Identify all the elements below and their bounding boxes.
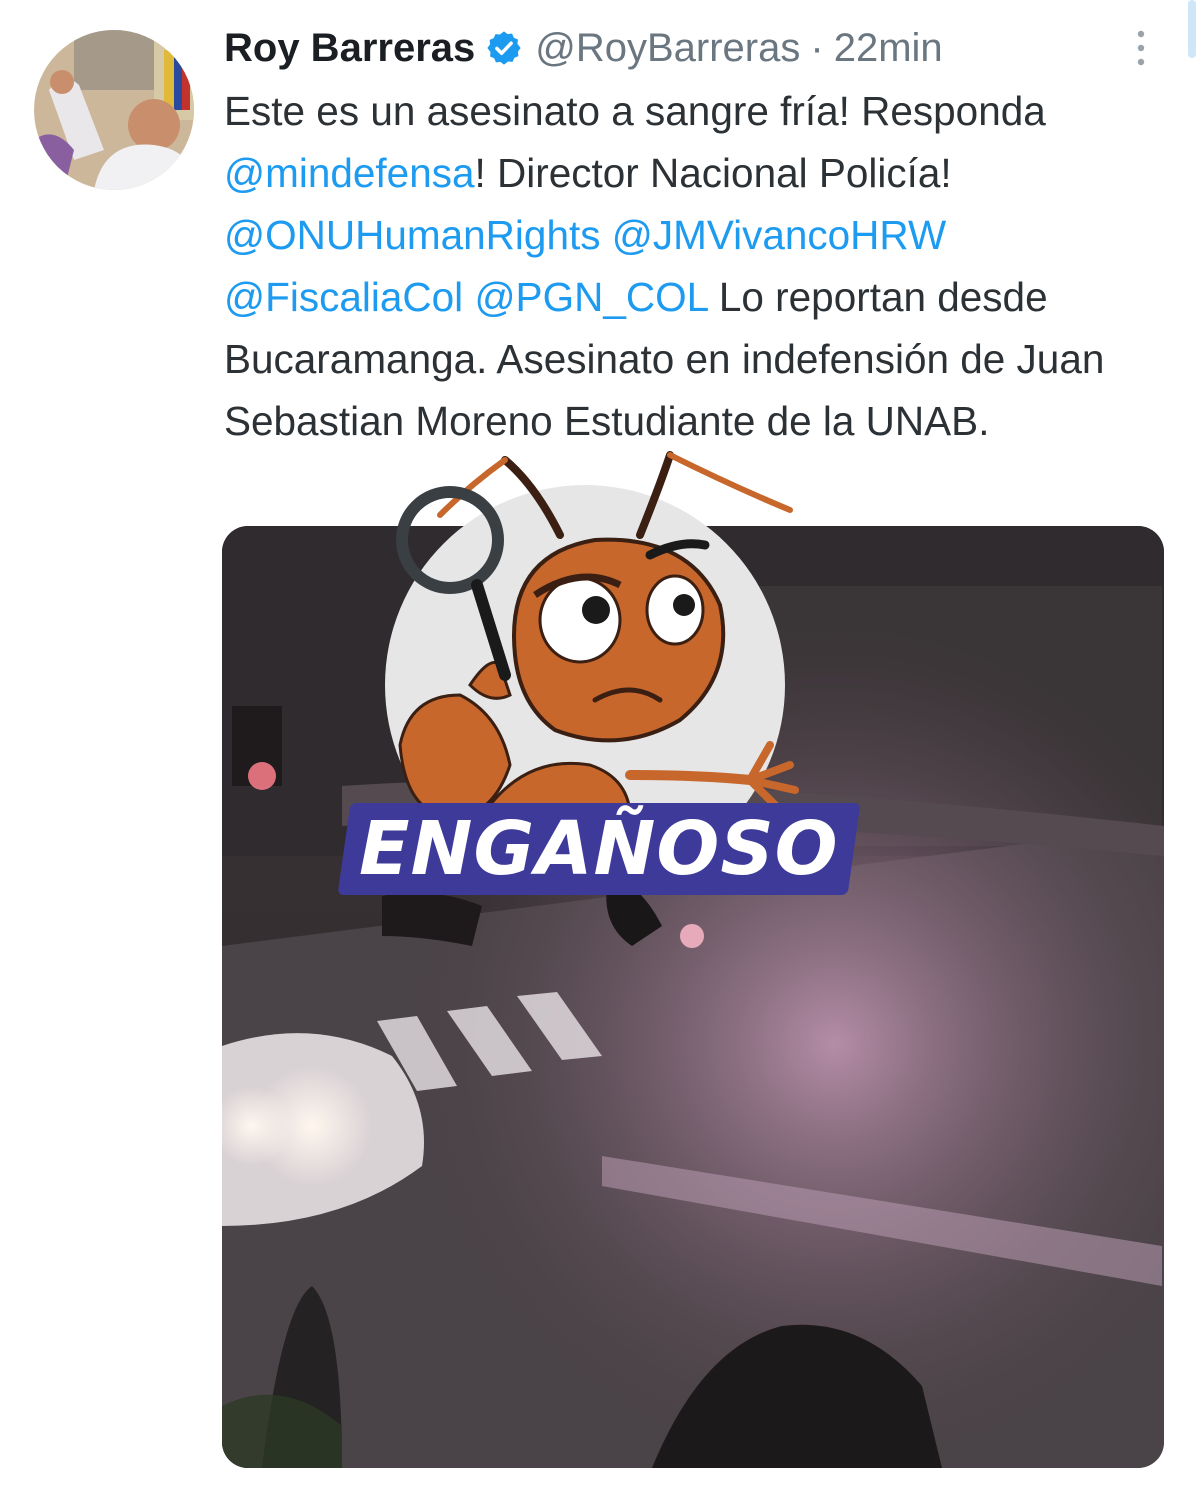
mention-link[interactable]: @JMVivancoHRW	[612, 212, 946, 258]
verified-badge-icon	[485, 29, 523, 67]
separator: ·	[810, 25, 824, 70]
tweet-header: Roy Barreras @RoyBarreras · 22min	[224, 20, 943, 76]
mention-link[interactable]: @mindefensa	[224, 150, 475, 196]
tweet-text-segment: Este es un asesinato a sangre fría! Resp…	[224, 88, 1046, 134]
more-vertical-icon[interactable]	[1126, 26, 1156, 70]
magnifying-glass-icon	[396, 486, 511, 681]
verdict-banner: ENGAÑOSO	[337, 803, 861, 895]
avatar-image	[34, 30, 194, 190]
tweet-text-segment	[600, 212, 611, 258]
tweet-text-segment	[463, 274, 474, 320]
verdict-label: ENGAÑOSO	[359, 806, 839, 892]
tweet-text: Este es un asesinato a sangre fría! Resp…	[224, 80, 1164, 452]
mention-link[interactable]: @FiscaliaCol	[224, 274, 463, 320]
author-handle[interactable]: @RoyBarreras	[535, 26, 800, 71]
scroll-indicator[interactable]	[1188, 0, 1196, 58]
mention-link[interactable]: @ONUHumanRights	[224, 212, 600, 258]
author-name[interactable]: Roy Barreras	[224, 26, 475, 71]
tweet-text-segment: ! Director Nacional Policía!	[474, 150, 952, 196]
timestamp[interactable]: 22min	[834, 26, 943, 71]
avatar[interactable]	[34, 30, 194, 190]
mention-link[interactable]: @PGN_COL	[474, 274, 707, 320]
